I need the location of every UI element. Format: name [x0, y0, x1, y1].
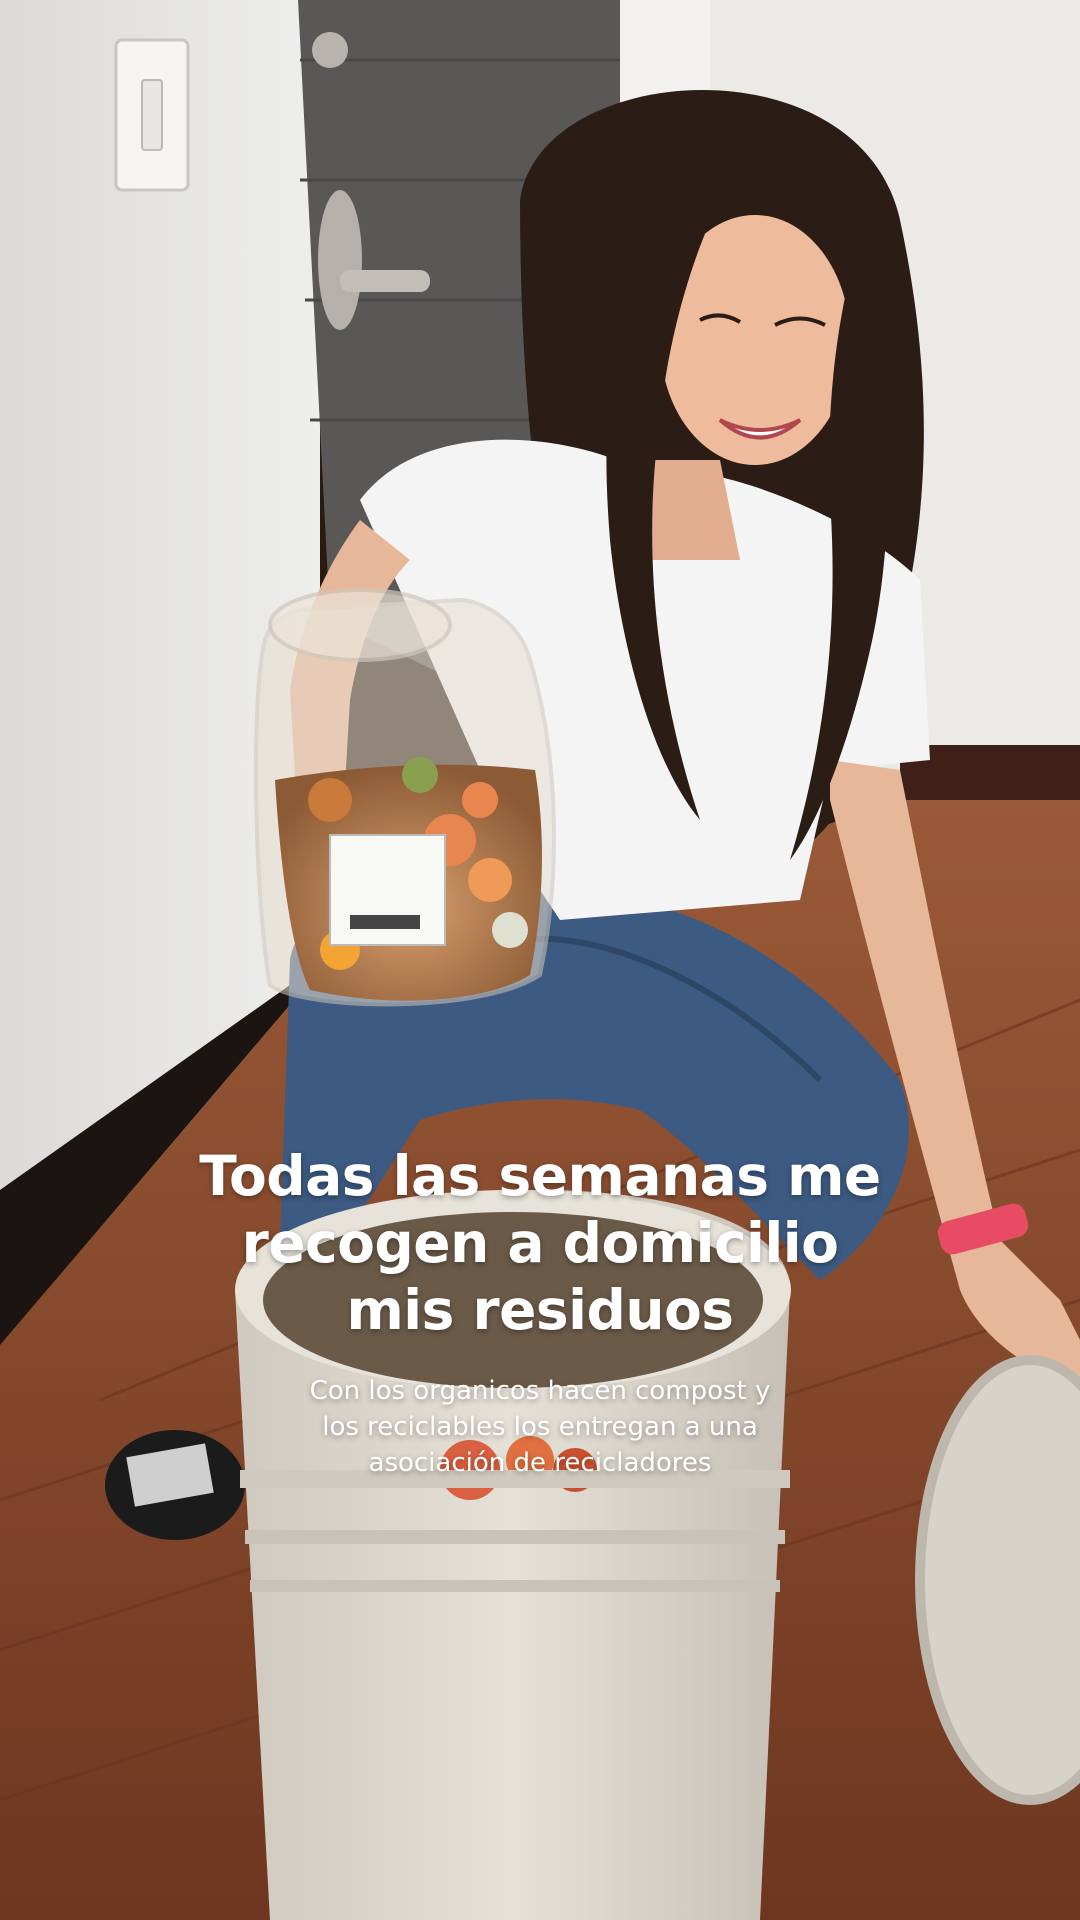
- door-deadbolt: [312, 32, 348, 68]
- caption-title-line-2: recogen a domicilio: [241, 1211, 839, 1275]
- video-frame: Todas las semanas me recogen a domicilio…: [0, 0, 1080, 1920]
- jar-of-food-scraps: [253, 588, 556, 1007]
- caption-title: Todas las semanas me recogen a domicilio…: [0, 1143, 1080, 1344]
- caption-subtitle-line-3: asociación de recicladores: [368, 1448, 712, 1478]
- scene-photo: [0, 0, 1080, 1920]
- caption-subtitle-line-1: Con los organicos hacen compost y: [309, 1376, 771, 1406]
- caption-title-line-3: mis residuos: [346, 1278, 734, 1342]
- caption-subtitle-line-2: los reciclables los entregan a una: [322, 1412, 758, 1442]
- caption-subtitle: Con los organicos hacen compost y los re…: [0, 1373, 1080, 1481]
- door-handle-rose: [318, 190, 362, 330]
- caption-title-line-1: Todas las semanas me: [199, 1144, 881, 1208]
- door-handle: [340, 270, 430, 292]
